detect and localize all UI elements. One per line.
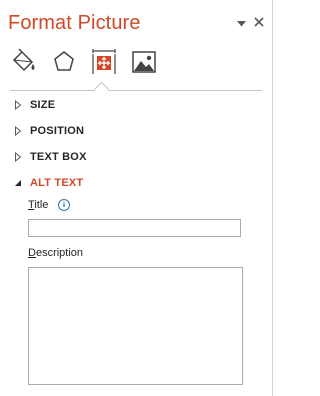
section-size[interactable]: SIZE [14, 99, 55, 111]
tabs-divider [10, 90, 262, 91]
expand-arrow-icon [15, 100, 22, 110]
close-icon [254, 17, 264, 27]
tab-size-properties[interactable] [90, 48, 118, 76]
collapse-arrow-icon [15, 180, 21, 186]
title-label: Title [28, 199, 48, 211]
close-pane-button[interactable] [254, 14, 264, 32]
active-tab-indicator [93, 81, 110, 98]
description-label: Description [28, 247, 83, 259]
expand-arrow-icon [15, 126, 22, 136]
pane-options-button[interactable] [237, 14, 246, 32]
alt-text-title-input[interactable] [28, 219, 241, 237]
size-properties-icon [92, 49, 116, 74]
paint-bucket-icon [12, 48, 35, 72]
title-label-text: itle [34, 199, 49, 211]
pane-title: Format Picture [8, 12, 141, 34]
section-label: POSITION [30, 125, 85, 137]
section-label: SIZE [30, 99, 56, 111]
tab-effects[interactable] [50, 48, 78, 76]
section-alt-text[interactable]: ALT TEXT [14, 177, 83, 189]
alt-text-description-input[interactable] [28, 267, 243, 385]
section-text-box[interactable]: TEXT BOX [14, 151, 87, 163]
tab-picture[interactable] [130, 48, 158, 76]
pentagon-icon [54, 51, 74, 71]
description-label-text: escription [35, 247, 84, 259]
category-tabs [10, 48, 160, 78]
info-icon[interactable]: i [58, 199, 70, 211]
section-label: ALT TEXT [30, 177, 84, 189]
format-picture-pane: Format Picture SIZE POSITION TEXT BOX AL… [0, 0, 273, 396]
pane-title-buttons [237, 14, 264, 32]
picture-icon [132, 51, 156, 73]
section-label: TEXT BOX [30, 151, 87, 163]
tab-fill-line[interactable] [10, 48, 38, 76]
expand-arrow-icon [15, 152, 22, 162]
section-position[interactable]: POSITION [14, 125, 84, 137]
description-label-accelerator: D [28, 247, 36, 259]
dropdown-arrow-icon [237, 21, 246, 27]
